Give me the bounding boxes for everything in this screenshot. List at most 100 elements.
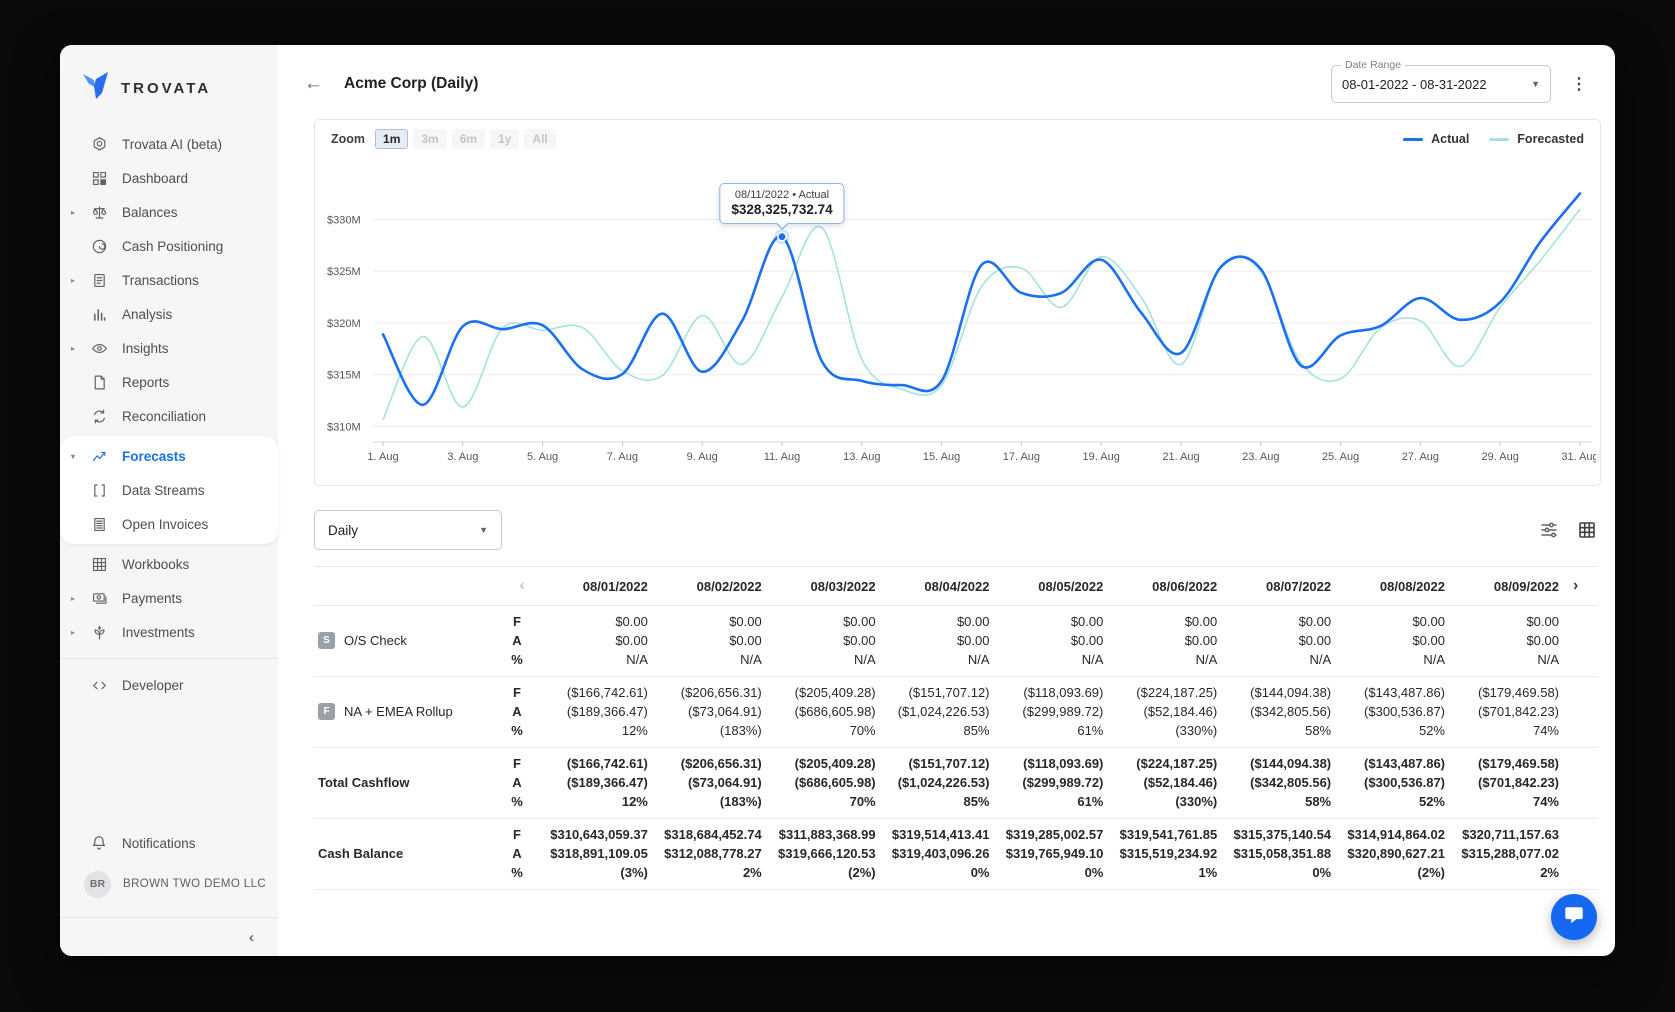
row-label-cell: SO/S Check bbox=[314, 606, 500, 677]
table-cell: ($205,409.28)($686,605.98)70% bbox=[772, 677, 886, 748]
investments-icon bbox=[90, 623, 108, 641]
more-options-button[interactable]: ⋮ bbox=[1563, 74, 1595, 94]
sidebar-item-open-invoices[interactable]: Open Invoices bbox=[60, 507, 278, 541]
date-range-select[interactable]: Date Range 08-01-2022 - 08-31-2022 ▼ bbox=[1331, 65, 1551, 103]
chevron-right-icon: ▸ bbox=[71, 594, 75, 603]
sidebar-item-label: Trovata AI (beta) bbox=[122, 137, 222, 152]
trovata-logo-icon bbox=[82, 71, 109, 105]
cash-positioning-icon bbox=[90, 237, 108, 255]
chat-launcher-button[interactable] bbox=[1551, 894, 1597, 940]
prev-columns-chevron[interactable]: ‹ bbox=[515, 577, 528, 595]
sidebar-collapse-button[interactable]: ‹ bbox=[60, 917, 278, 956]
table-cell: $319,541,761.85$315,519,234.921% bbox=[1113, 819, 1227, 890]
period-select[interactable]: Daily ▼ bbox=[314, 510, 502, 550]
table-cell: $315,375,140.54$315,058,351.880% bbox=[1227, 819, 1341, 890]
line-chart[interactable]: $310M$315M$320M$325M$330M1. Aug3. Aug5. … bbox=[319, 148, 1596, 478]
zoom-1y-button[interactable]: 1y bbox=[490, 129, 519, 149]
column-header-date: 08/06/2022 bbox=[1113, 567, 1227, 606]
analysis-icon bbox=[90, 305, 108, 323]
table-row-total-cashflow: Total Cashflow FA%($166,742.61)($189,366.… bbox=[314, 748, 1597, 819]
column-header-date: 08/03/2022 bbox=[772, 567, 886, 606]
table-view-icon[interactable] bbox=[1577, 520, 1597, 540]
date-range-value: 08-01-2022 - 08-31-2022 bbox=[1342, 77, 1487, 92]
sidebar-item-payments[interactable]: ▸Payments bbox=[60, 581, 278, 615]
sidebar: TROVATA Trovata AI (beta) Dashboard▸Balan… bbox=[60, 45, 278, 956]
zoom-1m-button[interactable]: 1m bbox=[375, 129, 408, 149]
sidebar-item-data-streams[interactable]: Data Streams bbox=[60, 473, 278, 507]
sidebar-item-label: Developer bbox=[122, 678, 184, 693]
app-window: TROVATA Trovata AI (beta) Dashboard▸Balan… bbox=[60, 45, 1615, 956]
table-cell: ($166,742.61)($189,366.47)12% bbox=[544, 748, 658, 819]
brand-name: TROVATA bbox=[121, 80, 211, 97]
zoom-3m-button[interactable]: 3m bbox=[413, 129, 446, 149]
main-content: ← Acme Corp (Daily) Date Range 08-01-202… bbox=[278, 45, 1615, 956]
sidebar-item-label: Forecasts bbox=[122, 449, 186, 464]
sidebar-item-developer[interactable]: Developer bbox=[60, 668, 278, 702]
svg-text:$330M: $330M bbox=[327, 214, 361, 226]
sub-row-keys-cell: FA% bbox=[500, 748, 544, 819]
sidebar-item-forecasts[interactable]: ▾Forecasts bbox=[60, 439, 278, 473]
sidebar-item-investments[interactable]: ▸Investments bbox=[60, 615, 278, 649]
zoom-all-button[interactable]: All bbox=[524, 129, 555, 149]
brand-row[interactable]: TROVATA bbox=[60, 45, 278, 125]
sidebar-item-workbooks[interactable]: Workbooks bbox=[60, 547, 278, 581]
account-menu[interactable]: BR BROWN TWO DEMO LLC bbox=[60, 861, 278, 907]
legend-item-forecasted[interactable]: Forecasted bbox=[1489, 132, 1584, 146]
svg-text:19. Aug: 19. Aug bbox=[1083, 451, 1120, 463]
sidebar-item-reports[interactable]: Reports bbox=[60, 365, 278, 399]
svg-text:$325M: $325M bbox=[327, 266, 361, 278]
table-cell: ($224,187.25)($52,184.46)(330%) bbox=[1113, 748, 1227, 819]
zoom-button-group: 1m3m 6m1yAll bbox=[375, 130, 561, 148]
sidebar-item-reconciliation[interactable]: Reconciliation bbox=[60, 399, 278, 433]
table-cell: $0.00$0.00N/A bbox=[658, 606, 772, 677]
sidebar-item-label: Open Invoices bbox=[122, 517, 208, 532]
table-cell: ($179,469.58)($701,842.23)74% bbox=[1455, 748, 1569, 819]
table-cell: $0.00$0.00N/A bbox=[1227, 606, 1341, 677]
next-columns-chevron[interactable]: › bbox=[1569, 577, 1582, 595]
sidebar-item-insights[interactable]: ▸Insights bbox=[60, 331, 278, 365]
table-cell: $0.00$0.00N/A bbox=[886, 606, 1000, 677]
sidebar-item-cash-positioning[interactable]: Cash Positioning bbox=[60, 229, 278, 263]
zoom-6m-button[interactable]: 6m bbox=[452, 129, 485, 149]
table-cell: ($206,656.31)($73,064.91)(183%) bbox=[658, 677, 772, 748]
sidebar-item-transactions[interactable]: ▸Transactions bbox=[60, 263, 278, 297]
table-cell: $0.00$0.00N/A bbox=[772, 606, 886, 677]
chart-plot-area[interactable]: $310M$315M$320M$325M$330M1. Aug3. Aug5. … bbox=[315, 148, 1600, 485]
table-cell: ($143,487.86)($300,536.87)52% bbox=[1341, 748, 1455, 819]
sidebar-item-label: Cash Positioning bbox=[122, 239, 223, 254]
sub-row-keys-cell: FA% bbox=[500, 606, 544, 677]
table-row-na-emea-rollup: FNA + EMEA RollupFA%($166,742.61)($189,3… bbox=[314, 677, 1597, 748]
sidebar-spacer bbox=[60, 702, 278, 825]
notifications-button[interactable]: Notifications bbox=[60, 825, 278, 861]
legend-item-actual[interactable]: Actual bbox=[1403, 132, 1469, 146]
svg-text:25. Aug: 25. Aug bbox=[1322, 451, 1359, 463]
row-label: Total Cashflow bbox=[318, 775, 409, 790]
column-header-date: 08/04/2022 bbox=[886, 567, 1000, 606]
sidebar-item-dashboard[interactable]: Dashboard bbox=[60, 161, 278, 195]
sidebar-item-label: Reconciliation bbox=[122, 409, 206, 424]
filter-settings-icon[interactable] bbox=[1539, 520, 1559, 540]
table-cell: $0.00$0.00N/A bbox=[544, 606, 658, 677]
table-cell: ($205,409.28)($686,605.98)70% bbox=[772, 748, 886, 819]
sidebar-item-trovata-ai-beta[interactable]: Trovata AI (beta) bbox=[60, 127, 278, 161]
payments-icon bbox=[90, 589, 108, 607]
table-cell: ($151,707.12)($1,024,226.53)85% bbox=[886, 748, 1000, 819]
table-cell: ($224,187.25)($52,184.46)(330%) bbox=[1113, 677, 1227, 748]
svg-text:13. Aug: 13. Aug bbox=[843, 451, 880, 463]
back-button[interactable]: ← bbox=[304, 73, 332, 95]
table-cell: $310,643,059.37$318,891,109.05(3%) bbox=[544, 819, 658, 890]
row-label: O/S Check bbox=[344, 633, 407, 648]
table-row-o-s-check: SO/S CheckFA%$0.00$0.00N/A$0.00$0.00N/A$… bbox=[314, 606, 1597, 677]
sidebar-item-analysis[interactable]: Analysis bbox=[60, 297, 278, 331]
chevron-right-icon: ▸ bbox=[71, 628, 75, 637]
svg-text:$320M: $320M bbox=[327, 318, 361, 330]
workbooks-icon bbox=[90, 555, 108, 573]
sidebar-nav: Trovata AI (beta) Dashboard▸Balances Cash … bbox=[60, 125, 278, 702]
legend-label: Forecasted bbox=[1517, 132, 1584, 146]
sidebar-item-balances[interactable]: ▸Balances bbox=[60, 195, 278, 229]
svg-text:31. Aug: 31. Aug bbox=[1561, 451, 1596, 463]
svg-text:29. Aug: 29. Aug bbox=[1482, 451, 1519, 463]
row-label-cell: FNA + EMEA Rollup bbox=[314, 677, 500, 748]
svg-text:1. Aug: 1. Aug bbox=[367, 451, 398, 463]
zoom-label: Zoom bbox=[331, 132, 365, 146]
